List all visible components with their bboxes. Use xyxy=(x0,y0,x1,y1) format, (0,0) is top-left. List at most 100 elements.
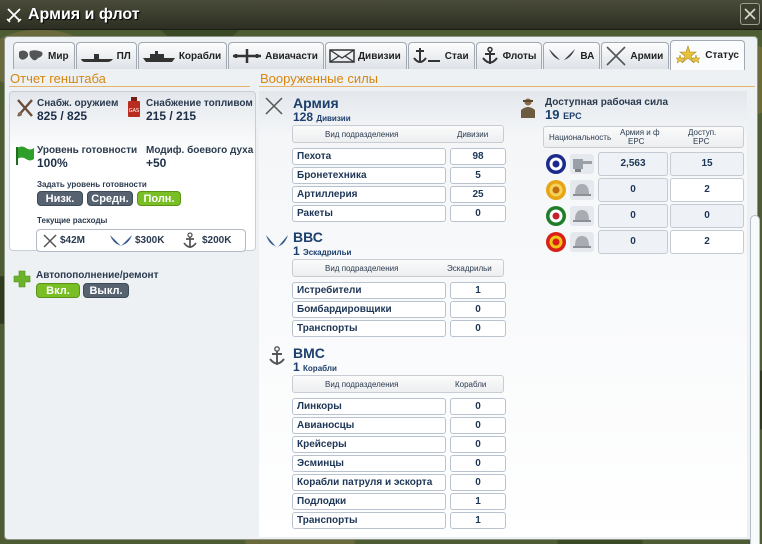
auto-off-button[interactable]: Выкл. xyxy=(83,283,129,298)
auto-on-button[interactable]: Вкл. xyxy=(36,283,80,298)
crossed-swords-icon xyxy=(4,5,24,25)
main-panel: Мир ПЛ Корабли Авиачасти Дивизии Стаи Фл… xyxy=(4,36,760,544)
available-epc-cell: 15 xyxy=(670,152,744,176)
column-header: Вид подразделения xyxy=(325,380,399,389)
navy-count-value: 1 xyxy=(293,360,300,374)
vertical-scrollbar[interactable] xyxy=(750,215,760,544)
army-count: 128 Дивизии xyxy=(293,110,351,124)
unit-count-cell: 0 xyxy=(450,205,506,222)
table-row: Транспорты 0 xyxy=(292,320,506,337)
column-header: Корабли xyxy=(455,380,487,389)
tab-aircraft[interactable]: Авиачасти xyxy=(228,42,324,69)
armed-forces-title: Вооруженные силы xyxy=(260,71,379,86)
unit-count-cell: 1 xyxy=(450,493,506,510)
army-count-unit: Дивизии xyxy=(316,114,351,123)
envelope-icon xyxy=(329,49,355,63)
tab-armies[interactable]: Армии xyxy=(601,42,670,69)
wings-icon xyxy=(266,235,288,248)
flag-icon xyxy=(16,146,34,165)
morale-value: +50 xyxy=(146,156,167,170)
unit-count-cell: 0 xyxy=(450,301,506,318)
column-header: Армия и ф xyxy=(620,128,660,137)
fuel-supply-label: Снабжение топливом xyxy=(146,98,253,109)
manpower-number: 19 xyxy=(545,107,560,122)
column-header: Национальность xyxy=(549,133,612,142)
readiness-medium-button[interactable]: Средн. xyxy=(87,191,133,206)
unit-count-cell: 0 xyxy=(450,417,506,434)
army-count-value: 128 xyxy=(293,110,314,124)
divider xyxy=(9,86,250,87)
helmet-icon xyxy=(570,206,594,226)
column-header: Эскадрильи xyxy=(447,264,492,273)
unit-count-cell: 0 xyxy=(450,320,506,337)
column-header: EPC xyxy=(693,137,710,146)
army-epc-cell: 0 xyxy=(598,204,668,228)
unit-type-cell: Ракеты xyxy=(292,205,446,222)
tab-status[interactable]: Статус xyxy=(670,40,745,70)
air-count-unit: Эскадрильи xyxy=(303,248,352,257)
navy-count: 1 Корабли xyxy=(293,360,337,374)
table-row: Подлодки 1 xyxy=(292,493,506,510)
unit-type-cell: Истребители xyxy=(292,282,446,299)
anchor-icon xyxy=(269,346,285,365)
available-epc-cell: 0 xyxy=(670,204,744,228)
unit-count-cell: 0 xyxy=(450,474,506,491)
readiness-full-button[interactable]: Полн. xyxy=(137,191,181,206)
table-row: Транспорты 1 xyxy=(292,512,506,529)
nationality-flag-icon xyxy=(545,231,567,253)
tab-fleets[interactable]: Флоты xyxy=(475,42,543,69)
tab-label: Авиачасти xyxy=(265,50,318,62)
navy-heading: ВМС xyxy=(293,345,325,361)
tab-ships[interactable]: Корабли xyxy=(137,42,228,69)
army-epc-cell: 0 xyxy=(598,178,668,202)
unit-type-cell: Линкоры xyxy=(292,398,446,415)
nationality-flag-icon xyxy=(545,179,567,201)
tab-world[interactable]: Мир xyxy=(13,42,75,69)
unit-count-cell: 0 xyxy=(450,398,506,415)
morale-label: Модиф. боевого духа xyxy=(146,145,254,156)
staff-report-title: Отчет генштаба xyxy=(10,71,106,86)
unit-type-cell: Корабли патруля и эскорта xyxy=(292,474,446,491)
airplane-icon xyxy=(233,49,262,63)
table-row: Крейсеры 0 xyxy=(292,436,506,453)
table-row: Ракеты 0 xyxy=(292,205,506,222)
table-row: Истребители 1 xyxy=(292,282,506,299)
table-row: Корабли патруля и эскорта 0 xyxy=(292,474,506,491)
unit-type-cell: Подлодки xyxy=(292,493,446,510)
close-button[interactable] xyxy=(740,3,760,25)
tab-label: Корабли xyxy=(178,50,222,62)
unit-count-cell: 5 xyxy=(450,167,506,184)
unit-count-cell: 0 xyxy=(450,455,506,472)
army-epc-cell: 2,563 xyxy=(598,152,668,176)
weapons-supply-label: Снабж. оружием xyxy=(37,98,119,109)
nationality-flag-icon xyxy=(545,205,567,227)
manpower-value: 19 EPC xyxy=(545,107,582,122)
readiness-low-button[interactable]: Низк. xyxy=(37,191,83,206)
table-row: Авианосцы 0 xyxy=(292,417,506,434)
warship-icon xyxy=(142,51,175,62)
army-table-header: Вид подразделения Дивизии xyxy=(292,125,504,143)
unit-type-cell: Транспорты xyxy=(292,320,446,337)
tab-label: Статус xyxy=(705,50,739,61)
close-icon xyxy=(744,8,756,20)
tab-divisions[interactable]: Дивизии xyxy=(324,42,407,69)
tab-label: Армии xyxy=(630,50,664,62)
unit-type-cell: Крейсеры xyxy=(292,436,446,453)
column-header: Вид подразделения xyxy=(325,130,399,139)
tab-submarines[interactable]: ПЛ xyxy=(75,42,137,69)
unit-type-cell: Эсминцы xyxy=(292,455,446,472)
table-row: Артиллерия 25 xyxy=(292,186,506,203)
wings-icon xyxy=(549,49,576,62)
air-heading: ВВС xyxy=(293,229,323,245)
table-row: Бомбардировщики 0 xyxy=(292,301,506,318)
tab-packs[interactable]: Стаи xyxy=(407,42,475,69)
wings-icon xyxy=(110,235,132,246)
nationality-flag-icon xyxy=(545,153,567,175)
stars-icon xyxy=(675,44,701,64)
tab-air-force[interactable]: ВА xyxy=(543,42,601,69)
fuel-supply-value: 215 / 215 xyxy=(146,109,197,123)
tank-icon xyxy=(570,154,594,174)
table-row: Эсминцы 0 xyxy=(292,455,506,472)
tab-label: ПЛ xyxy=(116,50,131,62)
column-header: Вид подразделения xyxy=(325,264,399,273)
